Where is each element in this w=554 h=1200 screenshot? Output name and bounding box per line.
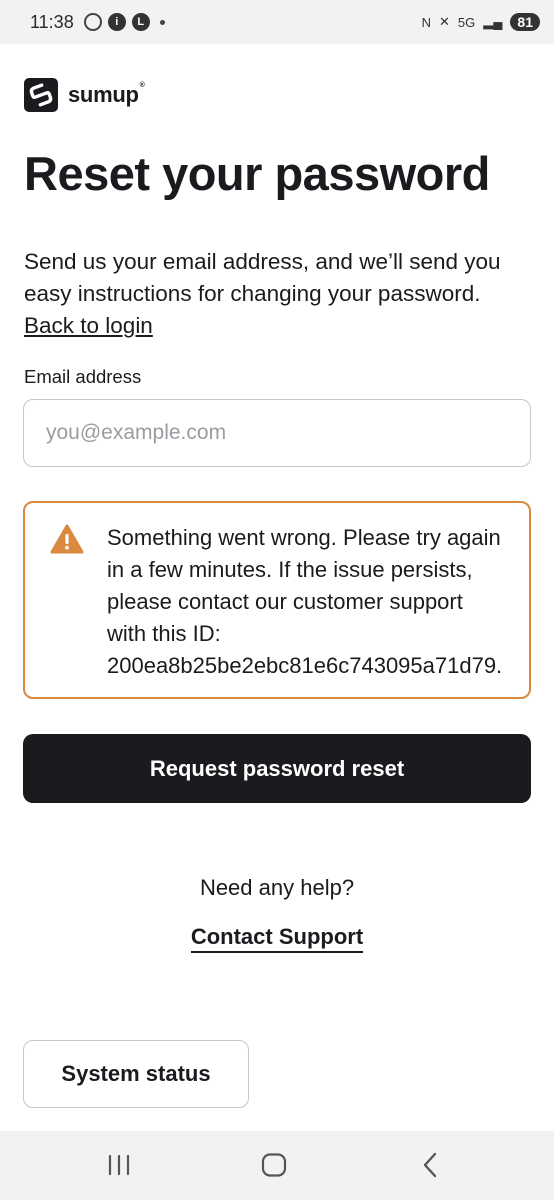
status-bar: 11:38 i L N ✕ 5G ▂▄ 81 [0, 0, 554, 44]
recents-icon[interactable] [99, 1149, 139, 1181]
status-time: 11:38 [30, 11, 74, 32]
error-line: please contact our customer support [107, 589, 463, 614]
page-title: Reset your password [24, 147, 490, 200]
error-message: Something went wrong. Please try again i… [107, 522, 529, 682]
intro-description: Send us your email address, and we’ll se… [24, 249, 501, 306]
nfc-icon: N [421, 14, 431, 30]
navigation-bar [0, 1131, 554, 1200]
error-line: with this ID: [107, 621, 221, 646]
back-to-login-link[interactable]: Back to login [24, 313, 153, 338]
email-label: Email address [24, 366, 142, 387]
signal-icon: ▂▄ [483, 14, 503, 29]
error-line: in a few minutes. If the issue persists, [107, 557, 473, 582]
system-icons: N ✕ 5G ▂▄ 81 [422, 13, 540, 31]
l-badge-icon: L [131, 13, 150, 31]
help-text: Need any help? [199, 875, 355, 900]
error-line: Something went wrong. Please try again [107, 525, 501, 550]
info-icon: i [107, 13, 126, 31]
error-id: 200ea8b25be2ebc81e6c743095a71d79. [107, 653, 503, 678]
network-type: 5G [457, 14, 476, 30]
sumup-wordmark: sumup® [68, 82, 145, 107]
more-notifications-icon [159, 19, 165, 25]
contact-support-link[interactable]: Contact Support [190, 924, 364, 953]
sumup-logo-mark [24, 78, 58, 112]
battery-level: 81 [510, 13, 540, 31]
mute-icon: ✕ [438, 14, 450, 29]
home-icon[interactable] [254, 1149, 294, 1181]
email-input[interactable] [23, 399, 531, 467]
back-icon[interactable] [410, 1149, 450, 1181]
sumup-logo: sumup® [24, 78, 145, 112]
fingerprint-icon [83, 13, 102, 31]
request-password-reset-button[interactable]: Request password reset [23, 734, 531, 803]
intro-text: Send us your email address, and we’ll se… [24, 246, 534, 342]
notification-icons: i L [83, 13, 165, 31]
system-status-button[interactable]: System status [23, 1040, 249, 1108]
error-alert: Something went wrong. Please try again i… [23, 501, 531, 699]
warning-icon [50, 524, 84, 554]
contact-support-container: Contact Support [0, 924, 554, 953]
